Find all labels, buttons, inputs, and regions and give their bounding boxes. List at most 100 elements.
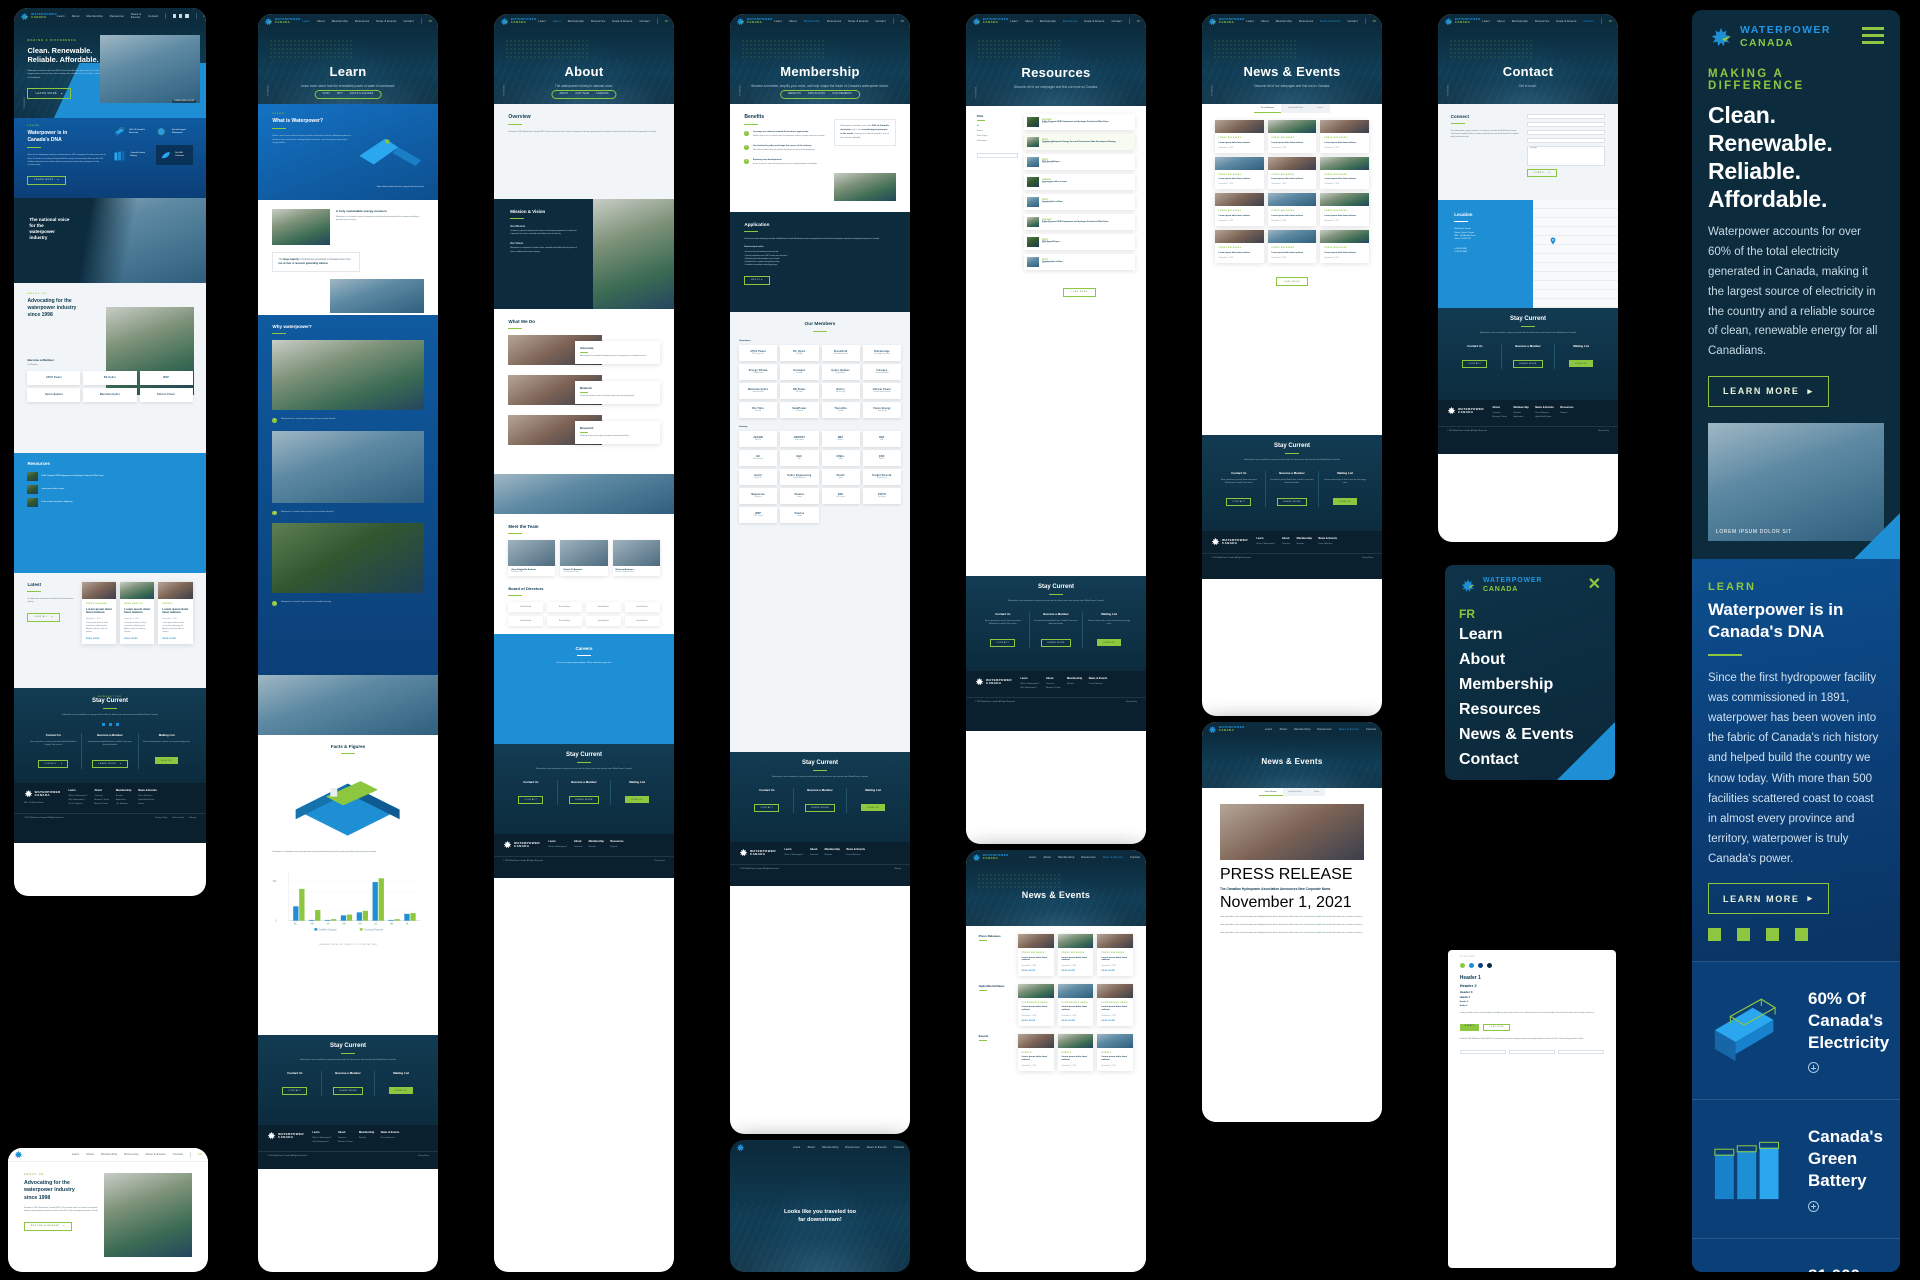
footer-link[interactable]: Press Releases: [1535, 412, 1554, 414]
stat-item[interactable]: Canada's Green Battery: [113, 145, 150, 165]
page-panel-news[interactable]: WATERPOWER CANADA Learn About Membership …: [1202, 14, 1382, 716]
member-logo[interactable]: ANDRITZ Andritz Hydro: [780, 431, 819, 448]
member-logo[interactable]: WSP WSP Canada: [739, 507, 778, 524]
logo[interactable]: WATERPOWER CANADA: [264, 17, 301, 26]
logo[interactable]: WATERPOWER CANADA: [1208, 725, 1245, 734]
tab-press-releases[interactable]: Press Releases: [1258, 788, 1283, 796]
stay-social[interactable]: [26, 722, 195, 726]
nav-learn[interactable]: Learn: [57, 15, 65, 18]
member-logo[interactable]: Kiewit Kiewit: [821, 469, 860, 486]
main-nav[interactable]: Learn About Membership Resources News & …: [538, 18, 668, 24]
nav-membership[interactable]: Membership: [87, 15, 103, 18]
nav-resources[interactable]: Resources: [591, 20, 605, 23]
resource-row[interactable]: REPORT 2021 Annual Report May 14, 2021: [1023, 234, 1136, 250]
facebook-icon[interactable]: [1737, 928, 1750, 942]
footer-link[interactable]: Overview: [338, 1137, 353, 1139]
member-logo[interactable]: GHC GHC: [780, 450, 819, 467]
linkedin-icon[interactable]: [1766, 928, 1779, 942]
page-panel-home[interactable]: WATERPOWER CANADA Learn About Membership …: [14, 8, 206, 896]
nav-learn[interactable]: Learn: [1482, 20, 1490, 23]
dna-cta-button[interactable]: LEARN MORE ▸: [27, 175, 67, 185]
styleguide-input[interactable]: [1459, 1049, 1506, 1054]
footer-link[interactable]: Benefits: [116, 795, 131, 797]
logo[interactable]: WATERPOWER CANADA: [972, 853, 1009, 862]
footer-link[interactable]: Benefits: [1297, 543, 1312, 545]
member-logo[interactable]: Bracebridge Bracebridge Generation: [862, 345, 901, 362]
footer-link[interactable]: Benefits: [1067, 683, 1082, 685]
page-panel-styleguide[interactable]: STYLE GUIDE Header 1 Header 2 Header 3 H…: [1448, 950, 1616, 1268]
footer-link[interactable]: Why Waterpower?: [312, 1141, 331, 1143]
lang-toggle[interactable]: FR: [1609, 20, 1612, 23]
news-card[interactable]: Press Releases Lorem ipsum dolor facet ma…: [1267, 193, 1317, 227]
stay-col-button[interactable]: CONTACT: [282, 1086, 308, 1095]
tab-hydroworld[interactable]: HydroWorld News: [1281, 104, 1311, 113]
news-card[interactable]: HydroWorld News Lorem ipsum dolor facet m…: [1097, 983, 1134, 1026]
stay-signup-button[interactable]: SIGN UP: [1097, 639, 1121, 647]
fullname-field[interactable]: [1527, 114, 1606, 119]
nav-about[interactable]: About: [72, 15, 80, 18]
expand-icon[interactable]: [1808, 1062, 1819, 1074]
nav-membership[interactable]: Membership: [1040, 20, 1056, 23]
member-logo[interactable]: BBA BBA Inc.: [821, 431, 860, 448]
news-card[interactable]: Press Releases Lorem ipsum dolor facet ma…: [1214, 193, 1264, 227]
nav-contact[interactable]: Contact: [1111, 20, 1121, 23]
news-card[interactable]: Press Releases Lorem ipsum dolor facet ma…: [1214, 230, 1264, 263]
nav-resources[interactable]: Resources: [827, 20, 841, 23]
resource-row[interactable]: REPORT 2021 Annual Report September 2, 2…: [1023, 154, 1136, 170]
section-chip-nav[interactable]: ABOUT OUR TEAM CAREERS: [551, 89, 617, 99]
nav-learn[interactable]: Learn: [774, 20, 782, 23]
member-logo[interactable]: BPA BPA: [862, 431, 901, 448]
nav-membership[interactable]: Membership: [568, 20, 584, 23]
tab-press-releases[interactable]: Press Releases: [1253, 104, 1282, 113]
nav-learn[interactable]: Learn: [72, 1153, 80, 1156]
nav-membership[interactable]: Membership: [101, 1153, 117, 1156]
footer-legal-link[interactable]: Terms of Use: [654, 860, 665, 862]
chip-careers[interactable]: CAREERS: [596, 93, 609, 95]
page-panel-advocating-detail[interactable]: Learn About Membership Resources News & …: [8, 1148, 208, 1272]
member-logo[interactable]: Ontario Power Ontario Power Generation: [862, 383, 901, 400]
mobile-stat-battery[interactable]: Canada's Green Battery: [1692, 1099, 1900, 1238]
main-nav[interactable]: Learn About Membership Resources News & …: [1010, 18, 1140, 24]
expand-icon[interactable]: [1808, 1200, 1819, 1212]
footer-link[interactable]: Press Releases: [1318, 543, 1337, 545]
nav-news[interactable]: News & Events: [146, 1153, 166, 1156]
footer-link[interactable]: HydroWorld News: [1535, 416, 1554, 418]
news-card[interactable]: HydroWorld News Lorem ipsum dolor facet m…: [1017, 983, 1054, 1026]
email-icon[interactable]: [1795, 928, 1808, 942]
nav-about[interactable]: About: [553, 20, 561, 23]
nav-contact[interactable]: Contact: [1366, 728, 1376, 731]
resource-row[interactable]: REPORT Canada Hydro in Water April 2, 20…: [1023, 254, 1136, 270]
resource-item[interactable]: Public Proposal: EPRI Hydropower and Hyd…: [27, 472, 192, 481]
footer-legal-link[interactable]: Privacy Policy: [418, 1155, 429, 1157]
news-tabs[interactable]: Press Releases HydroWorld News Events: [1202, 788, 1382, 796]
email-icon[interactable]: [115, 722, 119, 726]
footer-link[interactable]: Our Members: [116, 803, 131, 805]
twitter-icon[interactable]: [101, 722, 105, 726]
page-panel-resources[interactable]: WATERPOWER CANADA Learn About Membership …: [966, 14, 1146, 844]
footer-link[interactable]: Meet the Team: [94, 803, 109, 805]
page-panel-news-list[interactable]: WATERPOWER CANADA Learn About Membership …: [966, 850, 1146, 1272]
footer-legal-link[interactable]: Privacy Policy: [155, 817, 167, 819]
logo[interactable]: WATERPOWER CANADA: [1444, 17, 1481, 26]
become-member-button[interactable]: BECOME A MEMBER ▸: [24, 1221, 73, 1231]
team-card[interactable]: Anne-Raphaëlle Audouin President & CEO: [508, 540, 556, 577]
nav-news[interactable]: News & Events: [1556, 20, 1576, 23]
news-card[interactable]: Events Lorem ipsum dolor facet malsum Nove…: [1097, 1033, 1134, 1071]
page-panel-about[interactable]: WATERPOWER CANADA Learn About Membership …: [494, 14, 674, 1272]
member-logo[interactable]: BC Hydro: [83, 371, 137, 385]
nav-learn[interactable]: Learn: [1010, 20, 1018, 23]
nav-contact[interactable]: Contact: [403, 20, 413, 23]
member-logo[interactable]: SaskPower SaskPower: [780, 402, 819, 419]
footer-link[interactable]: Overview: [94, 795, 109, 797]
stat-item[interactable]: 60% Of Canada's Electricity: [113, 125, 150, 139]
board-member[interactable]: Board Member: [586, 602, 621, 613]
lang-toggle[interactable]: FR: [429, 20, 432, 23]
filter-submissions[interactable]: Submissions: [977, 140, 1018, 142]
news-card[interactable]: Events Lorem ipsum dolor facet malsum Nove…: [1057, 1033, 1094, 1071]
stay-col-button[interactable]: LEARN MORE: [1513, 359, 1543, 368]
nav-about[interactable]: About: [789, 20, 797, 23]
footer-link[interactable]: Mission & Vision: [338, 1141, 353, 1143]
mobile-menu-overlay[interactable]: WATERPOWER CANADA ✕ FR Learn About Member…: [1445, 565, 1615, 780]
filter-whitepapers[interactable]: White Papers: [977, 135, 1018, 137]
filter-reports[interactable]: Reports: [977, 130, 1018, 132]
